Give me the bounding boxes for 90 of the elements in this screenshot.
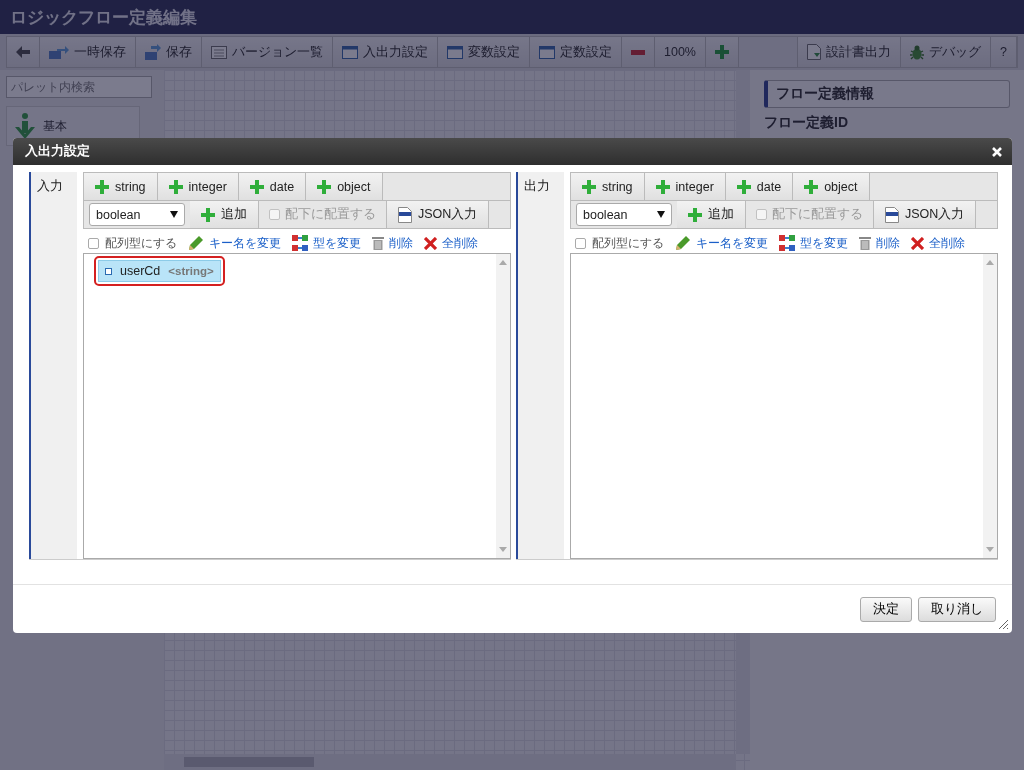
- toolbar-button[interactable]: [622, 37, 655, 67]
- action-link[interactable]: 削除: [372, 234, 413, 252]
- checkbox[interactable]: [575, 237, 586, 249]
- resize-grip-icon[interactable]: [998, 619, 1009, 630]
- add-type-button[interactable]: object: [793, 173, 870, 200]
- add-type-button[interactable]: string: [84, 173, 158, 200]
- toolbar-button[interactable]: 変数設定: [438, 37, 530, 67]
- action-link[interactable]: 全削除: [911, 234, 965, 252]
- toolbar-button[interactable]: 設計書出力: [797, 37, 902, 67]
- checkbox-label: 配下に配置する: [285, 206, 376, 223]
- action-link[interactable]: 型を変更: [779, 234, 848, 252]
- scroll-bar[interactable]: [164, 754, 736, 770]
- back-arrow-icon: [16, 46, 30, 58]
- add-type-button[interactable]: object: [306, 173, 383, 200]
- plus-icon: [715, 45, 729, 59]
- checkbox[interactable]: [88, 237, 99, 249]
- toolbar-button[interactable]: 入出力設定: [333, 37, 438, 67]
- tree-item[interactable]: userCd <string>: [98, 260, 221, 282]
- key-name: userCd: [120, 264, 161, 278]
- add-type-button[interactable]: integer: [644, 173, 726, 200]
- toolbar-button[interactable]: [706, 37, 739, 67]
- save-arrow-icon: [145, 44, 161, 60]
- action-link[interactable]: 削除: [859, 234, 900, 252]
- json-file-icon: [885, 206, 899, 223]
- toolbar-button[interactable]: デバッグ: [901, 37, 992, 67]
- checkbox-label: 配下に配置する: [772, 206, 863, 223]
- action-link[interactable]: キー名を変更: [188, 234, 281, 252]
- action-link[interactable]: キー名を変更: [675, 234, 768, 252]
- plus-icon: [249, 179, 264, 194]
- dialog-title: 入出力設定: [25, 143, 90, 160]
- trash-icon: [859, 236, 871, 250]
- section-heading: フロー定義情報: [764, 80, 1010, 108]
- window-icon: [342, 45, 358, 59]
- swap-icon: [292, 235, 308, 251]
- plus-icon: [655, 179, 670, 194]
- caret-icon: [657, 211, 665, 218]
- add-type-button[interactable]: integer: [157, 173, 239, 200]
- info-icon: [13, 113, 37, 139]
- pencil-icon: [188, 235, 204, 251]
- panel-label: 出力: [524, 178, 550, 195]
- plus-icon: [95, 179, 109, 194]
- trash-icon: [372, 236, 384, 250]
- document-icon: [807, 44, 822, 60]
- json-input-button[interactable]: JSON入力: [387, 201, 490, 228]
- window-icon: [447, 45, 463, 59]
- window-icon: [539, 45, 555, 59]
- toolbar-button[interactable]: 定数設定: [530, 37, 622, 67]
- dialog-button[interactable]: 決定: [860, 596, 912, 622]
- toolbar-button[interactable]: 100%: [655, 37, 706, 67]
- add-type-button[interactable]: date: [238, 173, 307, 200]
- type-select[interactable]: boolean: [576, 203, 672, 226]
- dialog-button[interactable]: 取り消し: [918, 596, 996, 622]
- node-icon: [105, 267, 112, 275]
- plus-icon: [688, 207, 702, 222]
- delete-x-icon: [424, 236, 437, 250]
- field-label: フロー定義ID: [764, 114, 849, 132]
- bug-icon: [910, 44, 925, 60]
- checkbox-label: 配列型にする: [592, 234, 664, 252]
- plus-icon: [804, 179, 819, 194]
- type-select[interactable]: boolean: [89, 203, 185, 226]
- toolbar-button[interactable]: [7, 37, 40, 67]
- action-link[interactable]: 全削除: [424, 234, 478, 252]
- key-type: <string>: [168, 265, 214, 277]
- caret-icon: [170, 211, 178, 218]
- delete-x-icon: [911, 236, 924, 250]
- list-icon: [211, 45, 227, 59]
- checkbox-label: 配列型にする: [105, 234, 177, 252]
- plus-icon: [201, 207, 215, 222]
- add-button[interactable]: 追加: [677, 201, 746, 228]
- json-file-icon: [398, 206, 412, 223]
- scroll-bar[interactable]: [496, 254, 510, 558]
- toolbar-button[interactable]: ?: [991, 37, 1017, 67]
- scroll-bar[interactable]: [983, 254, 997, 558]
- panel-label: 入力: [37, 178, 63, 195]
- minus-icon: [631, 49, 645, 55]
- plus-icon: [736, 179, 751, 194]
- add-type-button[interactable]: date: [725, 173, 794, 200]
- pencil-icon: [675, 235, 691, 251]
- action-link[interactable]: 型を変更: [292, 234, 361, 252]
- toolbar-button[interactable]: 保存: [136, 37, 202, 67]
- save-arrow-icon: [49, 45, 69, 59]
- add-type-button[interactable]: string: [571, 173, 645, 200]
- plus-icon: [582, 179, 596, 194]
- window-title: ロジックフロー定義編集: [10, 6, 197, 29]
- plus-icon: [168, 179, 183, 194]
- swap-icon: [779, 235, 795, 251]
- plus-icon: [317, 179, 332, 194]
- add-button[interactable]: 追加: [190, 201, 259, 228]
- json-input-button[interactable]: JSON入力: [874, 201, 977, 228]
- close-icon[interactable]: [992, 146, 1002, 157]
